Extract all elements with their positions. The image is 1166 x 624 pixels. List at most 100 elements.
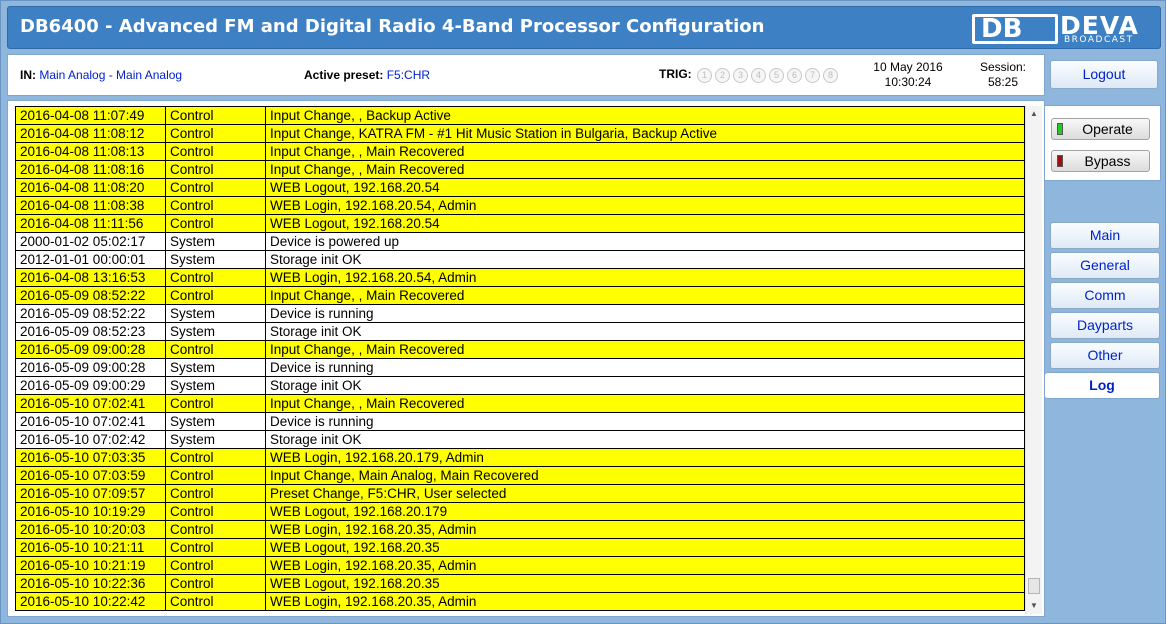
log-source: System (165, 250, 266, 269)
logo-mark: DB (972, 14, 1058, 44)
log-timestamp: 2016-05-10 07:02:41 (15, 394, 166, 413)
log-scroll-area[interactable]: 2016-04-08 11:07:49 Control Input Change, … (15, 106, 1046, 614)
log-message: WEB Logout, 192.168.20.54 (265, 178, 1025, 197)
log-row: 2016-05-10 07:02:41 Control Input Change, … (15, 394, 1025, 413)
log-timestamp: 2016-05-10 07:03:59 (15, 466, 166, 485)
logo-mark-text: DB (981, 14, 1023, 44)
log-source: System (165, 322, 266, 341)
log-source: System (165, 304, 266, 323)
log-message: Input Change, Main Analog, Main Recovere… (265, 466, 1025, 485)
operate-button[interactable]: Operate (1051, 118, 1150, 140)
log-message: WEB Login, 192.168.20.54, Admin (265, 268, 1025, 287)
log-source: Control (165, 466, 266, 485)
log-message: WEB Login, 192.168.20.179, Admin (265, 448, 1025, 467)
date-time: 10 May 2016 10:30:24 (853, 60, 963, 90)
input-value: Main Analog - Main Analog (39, 68, 183, 82)
log-scrollbar[interactable]: ▲ ▼ (1025, 106, 1042, 614)
log-timestamp: 2016-05-10 10:19:29 (15, 502, 166, 521)
log-source: Control (165, 340, 266, 359)
log-row: 2016-04-08 11:08:38 Control WEB Login, 192… (15, 196, 1025, 215)
log-timestamp: 2012-01-01 00:00:01 (15, 250, 166, 269)
log-message: Input Change, , Main Recovered (265, 394, 1025, 413)
operate-led-icon (1057, 123, 1063, 135)
trig-indicator-1: 1 (697, 68, 712, 83)
log-timestamp: 2016-05-10 10:22:42 (15, 592, 166, 611)
log-panel: 2016-04-08 11:07:49 Control Input Change, … (7, 100, 1045, 617)
log-source: System (165, 232, 266, 251)
log-row: 2016-05-10 10:21:11 Control WEB Logout, 19… (15, 538, 1025, 557)
log-message: Device is running (265, 412, 1025, 431)
log-row: 2016-05-10 10:22:36 Control WEB Logout, 19… (15, 574, 1025, 593)
log-timestamp: 2016-05-10 10:21:19 (15, 556, 166, 575)
trig-label: TRIG: (659, 67, 692, 81)
log-source: Control (165, 394, 266, 413)
log-message: Input Change, , Main Recovered (265, 286, 1025, 305)
log-message: Input Change, , Main Recovered (265, 142, 1025, 161)
log-timestamp: 2016-04-08 11:08:38 (15, 196, 166, 215)
input-label: IN: (20, 68, 36, 82)
scroll-down-arrow-icon[interactable]: ▼ (1026, 598, 1042, 614)
nav-dayparts[interactable]: Dayparts (1050, 312, 1160, 339)
log-message: Input Change, , Main Recovered (265, 340, 1025, 359)
log-timestamp: 2016-05-10 10:20:03 (15, 520, 166, 539)
log-row: 2016-05-10 10:21:19 Control WEB Login, 192… (15, 556, 1025, 575)
log-row: 2016-04-08 11:11:56 Control WEB Logout, 19… (15, 214, 1025, 233)
log-timestamp: 2016-04-08 13:16:53 (15, 268, 166, 287)
log-row: 2016-04-08 11:07:49 Control Input Change, … (15, 106, 1025, 125)
log-timestamp: 2016-05-09 09:00:28 (15, 340, 166, 359)
log-message: Device is running (265, 358, 1025, 377)
app-frame: DB6400 - Advanced FM and Digital Radio 4… (0, 0, 1166, 624)
log-source: Control (165, 574, 266, 593)
active-preset-value: F5:CHR (386, 68, 431, 82)
active-preset-status: Active preset: F5:CHR (304, 68, 430, 82)
log-row: 2016-05-09 09:00:28 System Device is runni… (15, 358, 1025, 377)
log-row: 2016-04-08 11:08:16 Control Input Change, … (15, 160, 1025, 179)
log-row: 2016-05-10 10:19:29 Control WEB Logout, 19… (15, 502, 1025, 521)
log-message: Device is running (265, 304, 1025, 323)
log-timestamp: 2016-04-08 11:07:49 (15, 106, 166, 125)
log-source: Control (165, 142, 266, 161)
log-message: Storage init OK (265, 250, 1025, 269)
log-row: 2016-05-09 09:00:29 System Storage init OK (15, 376, 1025, 395)
log-row: 2012-01-01 00:00:01 System Storage init OK (15, 250, 1025, 269)
scroll-up-arrow-icon[interactable]: ▲ (1026, 106, 1042, 122)
session-label: Session: (979, 60, 1027, 74)
log-message: WEB Logout, 192.168.20.179 (265, 502, 1025, 521)
log-row: 2016-05-10 07:02:42 System Storage init OK (15, 430, 1025, 449)
log-timestamp: 2016-04-08 11:08:13 (15, 142, 166, 161)
log-message: WEB Login, 192.168.20.35, Admin (265, 520, 1025, 539)
nav-main[interactable]: Main (1050, 222, 1160, 249)
log-timestamp: 2016-05-10 07:02:41 (15, 412, 166, 431)
logout-button[interactable]: Logout (1050, 60, 1158, 89)
nav-log[interactable]: Log (1045, 372, 1160, 399)
operate-bypass-panel: Operate Bypass (1045, 105, 1161, 181)
log-message: WEB Login, 192.168.20.35, Admin (265, 592, 1025, 611)
log-source: Control (165, 484, 266, 503)
log-row: 2016-05-10 07:02:41 System Device is runni… (15, 412, 1025, 431)
log-source: Control (165, 592, 266, 611)
log-source: System (165, 358, 266, 377)
trig-indicators: 1 2 3 4 5 6 7 8 (697, 68, 838, 83)
trig-indicator-2: 2 (715, 68, 730, 83)
bypass-button[interactable]: Bypass (1051, 150, 1150, 172)
log-source: Control (165, 124, 266, 143)
bypass-label: Bypass (1084, 153, 1131, 169)
log-message: Storage init OK (265, 322, 1025, 341)
active-preset-label: Active preset: (304, 68, 384, 82)
log-timestamp: 2016-05-10 10:22:36 (15, 574, 166, 593)
scroll-thumb[interactable] (1028, 578, 1040, 594)
nav-other[interactable]: Other (1050, 342, 1160, 369)
log-source: Control (165, 160, 266, 179)
log-message: WEB Logout, 192.168.20.54 (265, 214, 1025, 233)
current-time: 10:30:24 (884, 75, 932, 89)
trig-indicator-6: 6 (787, 68, 802, 83)
log-message: WEB Logout, 192.168.20.35 (265, 538, 1025, 557)
trig-indicator-5: 5 (769, 68, 784, 83)
log-row: 2016-05-10 10:20:03 Control WEB Login, 192… (15, 520, 1025, 539)
nav-general[interactable]: General (1050, 252, 1160, 279)
log-row: 2016-04-08 11:08:13 Control Input Change, … (15, 142, 1025, 161)
log-timestamp: 2016-04-08 11:08:12 (15, 124, 166, 143)
nav-comm[interactable]: Comm (1050, 282, 1160, 309)
log-row: 2016-05-09 08:52:22 System Device is runni… (15, 304, 1025, 323)
current-date: 10 May 2016 (873, 60, 943, 74)
